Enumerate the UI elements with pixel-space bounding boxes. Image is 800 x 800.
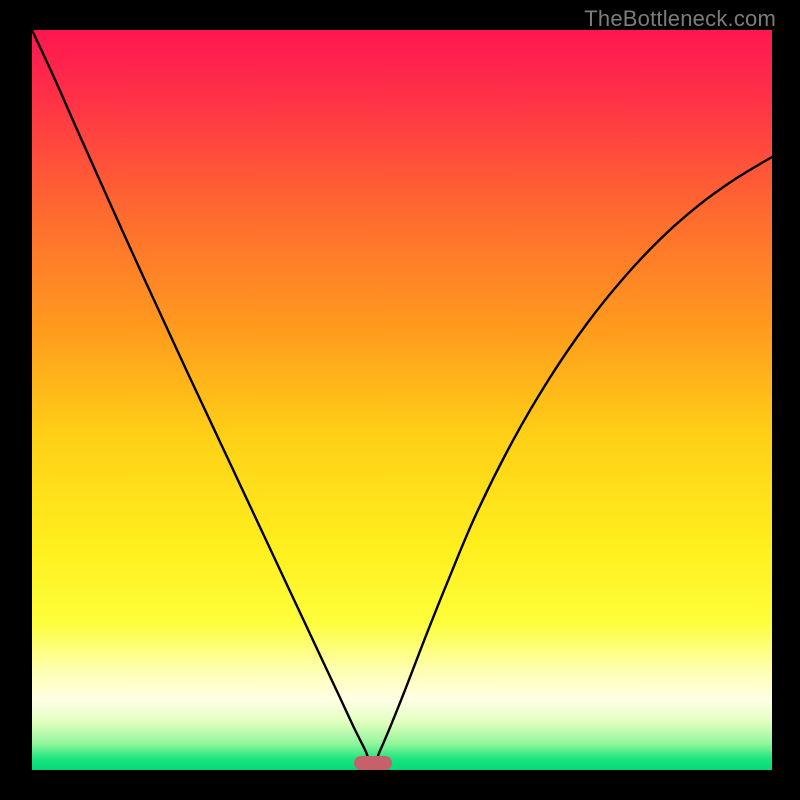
plot-area (32, 30, 772, 770)
watermark-text: TheBottleneck.com (584, 6, 776, 32)
bottleneck-curve (32, 30, 772, 770)
chart-frame: TheBottleneck.com (0, 0, 800, 800)
optimal-marker (354, 756, 392, 770)
